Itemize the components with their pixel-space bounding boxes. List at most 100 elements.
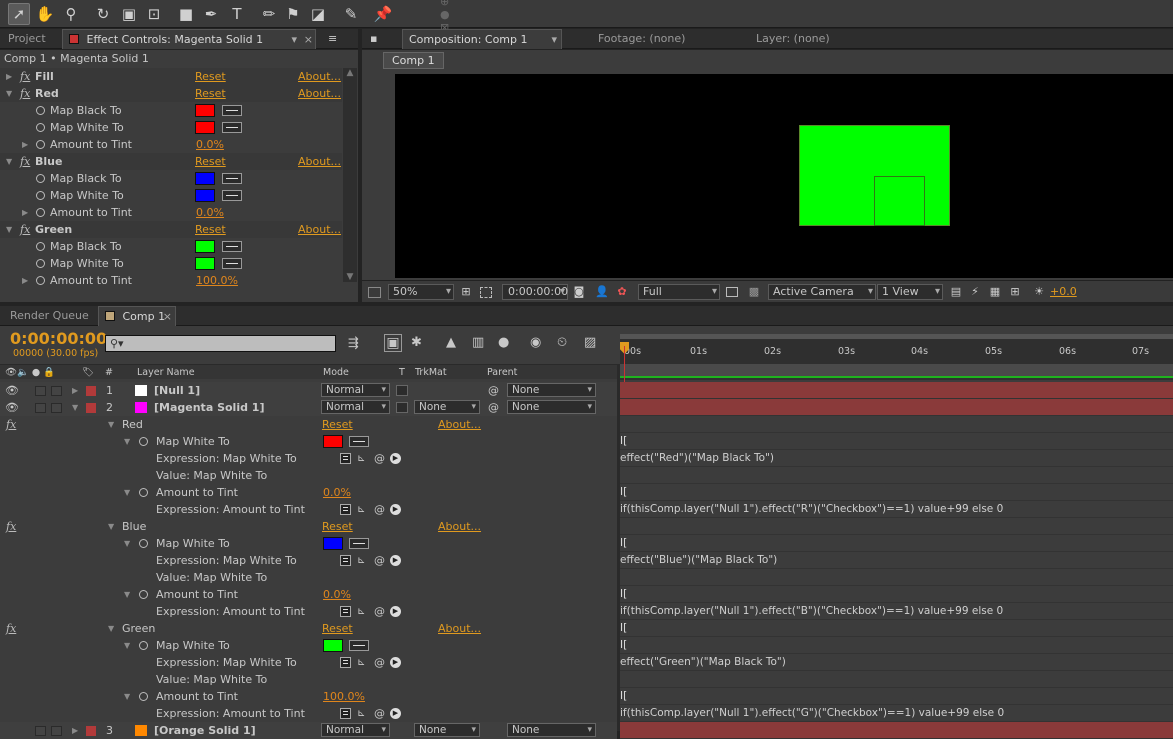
stopwatch-icon[interactable]	[36, 242, 45, 251]
effect-group-blue[interactable]: fx ▼ Blue Reset About...	[0, 518, 617, 535]
amount-value[interactable]: 100.0%	[196, 272, 238, 289]
scroll-down-icon[interactable]: ▼	[343, 272, 357, 282]
solo-toggle[interactable]	[35, 726, 46, 736]
selection-tool-icon[interactable]: ➚	[8, 3, 30, 25]
mask-visibility-icon[interactable]	[480, 287, 492, 298]
eyedropper-icon[interactable]	[222, 173, 242, 184]
expression-enable-icon[interactable]	[340, 555, 351, 566]
green-solid-layer[interactable]	[799, 125, 950, 226]
collapse-triangle-icon[interactable]: ▼	[72, 399, 78, 416]
mode-dropdown[interactable]: Normal	[321, 400, 390, 414]
color-swatch[interactable]	[323, 537, 343, 550]
rotate-tool-icon[interactable]: ↻	[92, 3, 114, 25]
graph-icon[interactable]: ⊾	[357, 705, 365, 722]
effect-group-green[interactable]: fx ▼ Green Reset About...	[0, 620, 617, 637]
reset-link[interactable]: Reset	[195, 85, 226, 102]
pickwhip-icon[interactable]: @	[374, 654, 385, 671]
eye-icon[interactable]: 👁	[5, 382, 19, 399]
lock-toggle[interactable]	[51, 726, 62, 736]
map-white-property[interactable]: ▼ Map White To	[0, 535, 617, 552]
amount-to-tint-property[interactable]: ▼ Amount to Tint 0.0%	[0, 484, 617, 501]
about-link[interactable]: About...	[438, 518, 481, 535]
stopwatch-icon[interactable]	[36, 140, 45, 149]
snapshot-icon[interactable]: ◙	[572, 285, 586, 299]
stopwatch-icon[interactable]	[139, 539, 148, 548]
preserve-transparency-toggle[interactable]	[396, 402, 408, 413]
effect-green-row[interactable]: ▼ fx Green Reset About...	[0, 221, 342, 238]
amount-to-tint-property[interactable]: ▼ Amount to Tint 100.0%	[0, 688, 617, 705]
reset-link[interactable]: Reset	[322, 518, 353, 535]
clone-stamp-tool-icon[interactable]: ⚑	[282, 3, 304, 25]
pickwhip-icon[interactable]: @	[374, 603, 385, 620]
tab-composition[interactable]: Composition: Comp 1 ▾	[402, 29, 562, 49]
expression-editor[interactable]: effect("Red")("Map Black To")	[620, 450, 1173, 467]
expand-triangle-icon[interactable]: ▶	[22, 204, 28, 221]
auto-keyframe-icon[interactable]: ◉	[530, 335, 541, 350]
fx-icon[interactable]: fx	[6, 518, 16, 535]
reset-link[interactable]: Reset	[195, 221, 226, 238]
layer-search-input[interactable]: ⚲▾	[105, 335, 336, 352]
comp-breadcrumb-tab[interactable]: Comp 1	[383, 52, 444, 69]
type-tool-icon[interactable]: T	[226, 3, 248, 25]
panel-menu-icon[interactable]: ≡	[322, 29, 343, 49]
fx-icon[interactable]: fx	[20, 221, 30, 238]
expand-triangle-icon[interactable]: ▶	[22, 136, 28, 153]
language-menu-icon[interactable]: ▶	[390, 606, 401, 617]
stopwatch-icon[interactable]	[36, 276, 45, 285]
amount-value[interactable]: 0.0%	[323, 586, 351, 603]
stopwatch-icon[interactable]	[36, 106, 45, 115]
pickwhip-icon[interactable]: @	[374, 450, 385, 467]
trkmat-dropdown[interactable]: None	[414, 723, 480, 737]
brainstorm-icon[interactable]: ●	[498, 335, 509, 350]
stopwatch-icon[interactable]	[139, 437, 148, 446]
comp-canvas[interactable]	[395, 74, 1173, 278]
tab-effect-controls[interactable]: Effect Controls: Magenta Solid 1 ▾ ×	[62, 29, 316, 49]
graph-editor-toggle-icon[interactable]: ▨	[584, 335, 596, 350]
about-link[interactable]: About...	[298, 85, 341, 102]
collapse-triangle-icon[interactable]: ▼	[124, 433, 130, 450]
eyedropper-icon[interactable]	[222, 241, 242, 252]
amount-value[interactable]: 0.0%	[196, 136, 224, 153]
expression-enable-icon[interactable]	[340, 606, 351, 617]
expression-editor[interactable]: if(thisComp.layer("Null 1").effect("B")(…	[620, 603, 1173, 620]
about-link[interactable]: About...	[298, 221, 341, 238]
layer-duration-bar[interactable]	[620, 382, 1173, 399]
expression-enable-icon[interactable]	[340, 657, 351, 668]
eyedropper-icon[interactable]	[222, 122, 242, 133]
reset-link[interactable]: Reset	[195, 68, 226, 85]
pen-tool-icon[interactable]: ✒	[200, 3, 222, 25]
stopwatch-icon[interactable]	[139, 641, 148, 650]
collapse-triangle-icon[interactable]: ▼	[124, 637, 130, 654]
stopwatch-icon[interactable]	[36, 123, 45, 132]
fx-icon[interactable]: fx	[6, 620, 16, 637]
pickwhip-icon[interactable]: @	[374, 501, 385, 518]
layer-name-header[interactable]: Layer Name	[137, 365, 195, 380]
draft-3d-icon[interactable]: ▣	[384, 334, 402, 352]
amount-value[interactable]: 0.0%	[323, 484, 351, 501]
graph-icon[interactable]: ⊾	[357, 501, 365, 518]
pickwhip-icon[interactable]: @	[488, 399, 499, 416]
expression-editor[interactable]: effect("Green")("Map Black To")	[620, 654, 1173, 671]
eyedropper-icon[interactable]	[222, 190, 242, 201]
view-layout-dropdown[interactable]: 1 View	[877, 284, 943, 300]
stopwatch-icon[interactable]	[36, 174, 45, 183]
lock-toggle[interactable]	[51, 386, 62, 396]
hide-shy-layers-icon[interactable]: ✱	[411, 335, 422, 350]
comp-flowchart-icon[interactable]: ⊞	[1008, 285, 1022, 299]
pickwhip-icon[interactable]: @	[488, 382, 499, 399]
language-menu-icon[interactable]: ▶	[390, 453, 401, 464]
camera-dropdown[interactable]: Active Camera	[768, 284, 876, 300]
close-icon[interactable]: ×	[163, 307, 172, 327]
tab-render-queue[interactable]: Render Queue	[4, 306, 95, 326]
color-swatch[interactable]	[323, 639, 343, 652]
fast-previews-icon[interactable]: ⚡	[968, 285, 982, 299]
graph-icon[interactable]: ⊾	[357, 450, 365, 467]
about-link[interactable]: About...	[438, 620, 481, 637]
solo-toggle[interactable]	[35, 386, 46, 396]
stopwatch-icon[interactable]	[36, 208, 45, 217]
trkmat-dropdown[interactable]: None	[414, 400, 480, 414]
eyedropper-icon[interactable]	[349, 436, 369, 447]
fx-icon[interactable]: fx	[20, 68, 30, 85]
map-white-property[interactable]: ▼ Map White To	[0, 637, 617, 654]
exposure-value[interactable]: +0.0	[1050, 285, 1077, 298]
